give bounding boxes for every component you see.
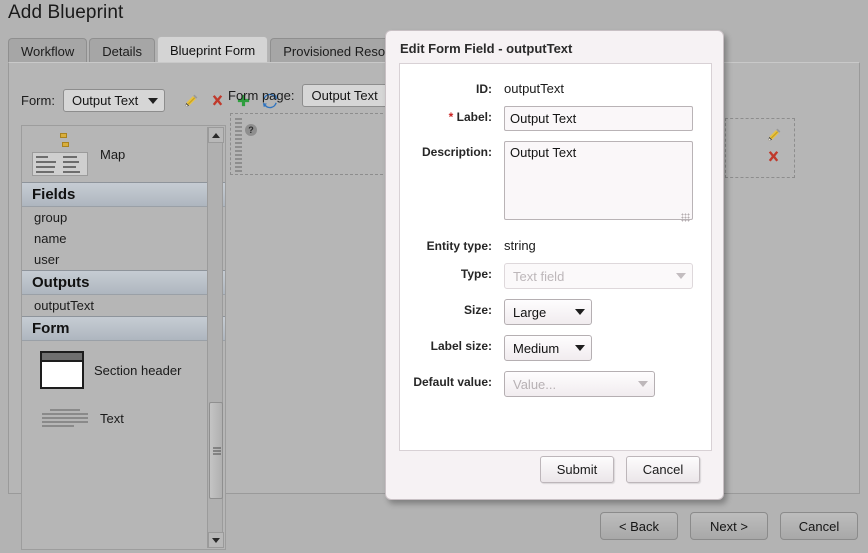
default-value-label: Default value:: [413, 375, 492, 389]
label-input[interactable]: [504, 106, 693, 131]
default-value-placeholder: Value...: [513, 376, 557, 392]
description-label: Description:: [421, 145, 492, 159]
palette-widget-text[interactable]: Text: [22, 395, 225, 435]
form-select[interactable]: Output Text: [62, 89, 166, 112]
type-select: Text field: [504, 263, 693, 289]
palette-item-map[interactable]: Map: [22, 126, 225, 182]
dialog-title-field: outputText: [506, 41, 573, 56]
label-label: * Label:: [400, 106, 492, 124]
field-row-label: * Label:: [400, 106, 699, 131]
chevron-down-icon: [575, 309, 585, 315]
tab-label: Blueprint Form: [169, 42, 256, 58]
map-thumb-icon: [32, 132, 90, 176]
entity-type-label: Entity type:: [426, 239, 492, 253]
size-select[interactable]: Large: [504, 299, 592, 325]
form-canvas-cell-actions: [725, 118, 795, 178]
tab-bar: Workflow Details Blueprint Form Provisio…: [8, 36, 425, 63]
palette-section-fields-header: Fields: [22, 182, 225, 207]
field-row-size: Size: Large: [400, 299, 699, 325]
scroll-up-arrow[interactable]: [208, 127, 224, 143]
tab-details[interactable]: Details: [89, 38, 155, 63]
chevron-down-icon: [148, 97, 159, 104]
palette-field-user[interactable]: user: [22, 249, 225, 270]
palette-item-label: Map: [100, 146, 126, 162]
dialog-title-prefix: Edit Form Field -: [400, 41, 507, 56]
scrollbar-thumb[interactable]: [209, 402, 223, 499]
form-page-value: Output Text: [311, 88, 378, 103]
triangle-up-icon: [212, 132, 220, 138]
palette-output-outputtext[interactable]: outputText: [22, 295, 225, 316]
drag-handle[interactable]: [235, 118, 242, 172]
form-canvas-dropzone[interactable]: ?: [230, 113, 408, 175]
label-size-label: Label size:: [430, 339, 492, 353]
back-button[interactable]: < Back: [600, 512, 678, 540]
grip-icon: [213, 445, 221, 456]
wizard-footer: < Back Next > Cancel: [600, 512, 858, 540]
chevron-down-icon: [575, 345, 585, 351]
application-window: Add Blueprint Workflow Details Blueprint…: [0, 0, 868, 553]
entity-type-value: string: [504, 238, 536, 253]
page-title: Add Blueprint: [8, 2, 124, 23]
scroll-down-arrow[interactable]: [208, 532, 224, 548]
chevron-down-icon: [638, 381, 648, 387]
section-header-thumb-icon: [40, 351, 84, 389]
dialog-cancel-button[interactable]: Cancel: [626, 455, 700, 483]
palette-widget-section-header[interactable]: Section header: [22, 341, 225, 395]
label-size-select-value: Medium: [513, 340, 560, 356]
tab-label: Details: [102, 43, 142, 59]
form-select-label: Form:: [21, 93, 55, 108]
field-row-description: Description:: [400, 141, 699, 225]
delete-x-icon[interactable]: [766, 149, 781, 164]
form-page-label: Form page:: [228, 88, 295, 103]
edit-pencil-icon[interactable]: [766, 127, 782, 143]
required-asterisk: *: [448, 110, 454, 124]
label-label-text: Label:: [456, 110, 492, 124]
delete-x-icon[interactable]: [210, 93, 225, 108]
widget-palette: Map Fields group name user Outputs outpu…: [21, 125, 226, 550]
id-value: outputText: [504, 81, 564, 96]
type-label: Type:: [460, 267, 492, 281]
field-row-id: ID: outputText: [400, 78, 699, 96]
palette-scrollbar[interactable]: [207, 127, 224, 548]
palette-field-group[interactable]: group: [22, 207, 225, 228]
field-row-default-value: Default value: Value...: [400, 371, 699, 397]
submit-button[interactable]: Submit: [540, 455, 614, 483]
form-select-value: Output Text: [71, 93, 139, 108]
field-row-label-size: Label size: Medium: [400, 335, 699, 361]
dialog-footer: Submit Cancel: [399, 449, 710, 489]
edit-form-field-dialog: Edit Form Field - outputText ID: outputT…: [385, 30, 724, 500]
dialog-title: Edit Form Field - outputText: [386, 31, 723, 64]
palette-section-outputs-header: Outputs: [22, 270, 225, 295]
field-row-type: Type: Text field: [400, 263, 699, 289]
form-page-selector-row: Form page: Output Text: [228, 84, 405, 107]
palette-widget-label: Section header: [94, 362, 182, 378]
id-label: ID:: [476, 82, 492, 96]
description-textarea[interactable]: [504, 141, 693, 220]
text-thumb-icon: [40, 407, 90, 429]
palette-section-form-header: Form: [22, 316, 225, 341]
wizard-cancel-button[interactable]: Cancel: [780, 512, 858, 540]
palette-field-name[interactable]: name: [22, 228, 225, 249]
default-value-select[interactable]: Value...: [504, 371, 655, 397]
tab-label: Workflow: [21, 43, 75, 59]
type-select-value: Text field: [513, 268, 565, 284]
next-button[interactable]: Next >: [690, 512, 768, 540]
size-select-value: Large: [513, 304, 547, 320]
palette-widget-label: Text: [100, 410, 124, 426]
chevron-down-icon: [676, 273, 686, 279]
triangle-down-icon: [212, 537, 220, 543]
field-row-entity-type: Entity type: string: [400, 235, 699, 253]
tab-blueprint-form[interactable]: Blueprint Form: [156, 36, 269, 63]
edit-pencil-icon[interactable]: [183, 93, 199, 109]
dialog-body: ID: outputText * Label: Description:: [399, 63, 712, 451]
label-size-select[interactable]: Medium: [504, 335, 592, 361]
help-icon[interactable]: ?: [245, 124, 257, 136]
size-label: Size:: [463, 303, 492, 317]
tab-workflow[interactable]: Workflow: [8, 38, 88, 63]
